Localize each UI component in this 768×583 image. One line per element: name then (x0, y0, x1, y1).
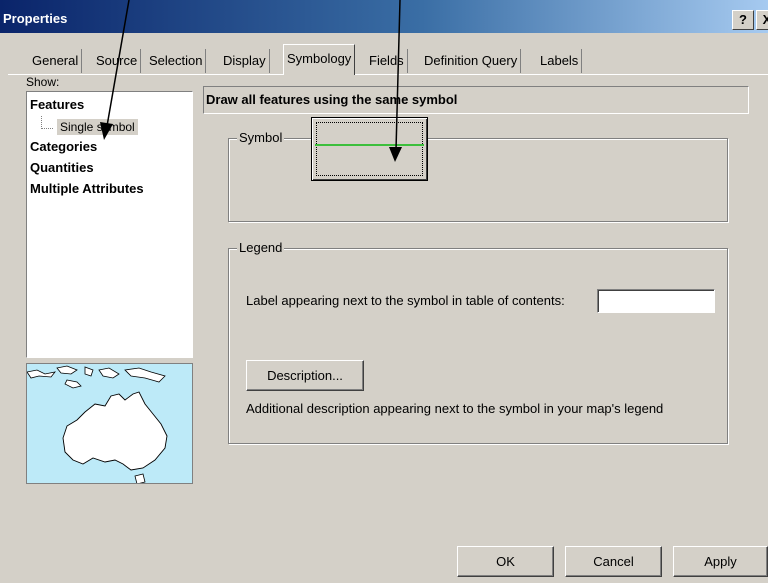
symbol-swatch-button[interactable] (311, 117, 428, 181)
symbol-group: Symbol (228, 130, 728, 222)
line-symbol-preview (315, 144, 424, 146)
tab-labels[interactable]: Labels (537, 49, 583, 73)
tab-symbology[interactable]: Symbology (283, 44, 356, 75)
tab-source[interactable]: Source (93, 49, 142, 73)
tree-item-features[interactable]: Features (30, 97, 84, 112)
swatch-focus-rect (316, 122, 423, 176)
tree-item-categories[interactable]: Categories (30, 139, 97, 154)
tree-item-multiple-attributes[interactable]: Multiple Attributes (30, 181, 144, 196)
title-bar[interactable]: Properties ? X (0, 0, 768, 33)
tree-item-quantities[interactable]: Quantities (30, 160, 94, 175)
tab-divider (8, 74, 768, 75)
ok-button[interactable]: OK (457, 546, 554, 577)
tree-item-single-symbol[interactable]: Single symbol (57, 119, 138, 135)
description-button[interactable]: Description... (246, 360, 364, 391)
tab-definition-query[interactable]: Definition Query (421, 49, 522, 73)
window-title: Properties (3, 11, 68, 26)
tab-fields[interactable]: Fields (366, 49, 408, 73)
apply-button[interactable]: Apply (673, 546, 768, 577)
show-label: Show: (26, 75, 60, 89)
properties-dialog: General Source Selection Display Symbolo… (0, 33, 768, 583)
tab-display[interactable]: Display (220, 49, 270, 73)
australia-map-icon (26, 363, 193, 484)
description-hint: Additional description appearing next to… (246, 401, 664, 416)
tab-selection[interactable]: Selection (146, 49, 207, 73)
label-prompt: Label appearing next to the symbol in ta… (246, 293, 565, 308)
help-button[interactable]: ? (732, 10, 754, 30)
legend-group-title: Legend (237, 240, 285, 255)
symbology-heading: Draw all features using the same symbol (203, 86, 749, 114)
tree-connector (41, 116, 53, 129)
legend-label-input[interactable] (597, 289, 715, 313)
show-tree[interactable]: Features Single symbol Categories Quanti… (26, 91, 193, 358)
map-preview (27, 364, 192, 483)
close-button[interactable]: X (756, 10, 768, 30)
symbol-group-title: Symbol (237, 130, 285, 145)
tab-general[interactable]: General (12, 49, 83, 73)
cancel-button[interactable]: Cancel (565, 546, 662, 577)
